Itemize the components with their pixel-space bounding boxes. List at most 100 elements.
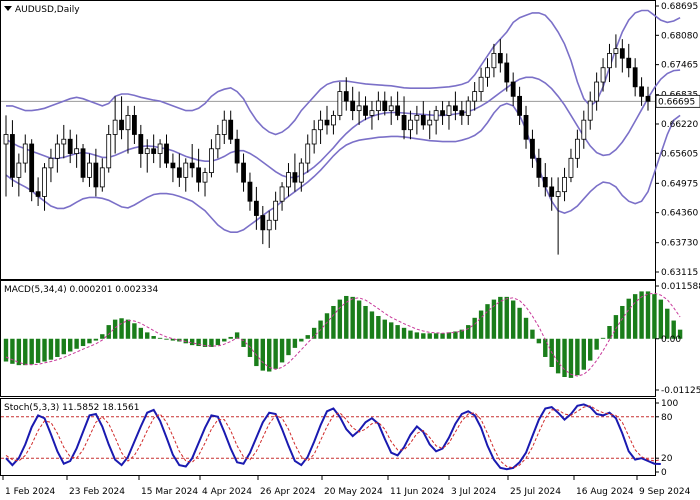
macd-histogram-bar: [80, 338, 86, 347]
candle-body: [645, 95, 651, 102]
macd-histogram-bar: [305, 335, 310, 339]
candle-body: [510, 81, 516, 97]
candle-body: [549, 186, 555, 197]
macd-histogram-bar: [433, 333, 439, 339]
candle-body: [144, 148, 150, 154]
macd-histogram-bar: [74, 338, 79, 349]
candle-body: [420, 115, 426, 126]
candle-body: [292, 172, 298, 183]
macd-histogram-bar: [363, 305, 368, 339]
macd-histogram-bar: [555, 338, 561, 374]
0-y-tick-label: 0.64975: [661, 179, 698, 189]
macd-histogram-bar: [575, 338, 580, 376]
candle-body: [183, 162, 189, 178]
macd-histogram-bar: [42, 338, 47, 362]
macd-histogram-bar: [581, 338, 586, 370]
macd-histogram-bar: [588, 338, 593, 361]
macd-histogram-bar: [222, 338, 227, 342]
macd-histogram-bar: [138, 327, 144, 339]
macd-histogram-bar: [504, 296, 509, 339]
macd-histogram-bar: [267, 338, 272, 372]
macd-histogram-bar: [510, 300, 516, 339]
macd-histogram-bar: [16, 338, 22, 366]
macd-histogram-bar: [157, 337, 163, 339]
candle-body: [574, 138, 580, 159]
candle-body: [452, 105, 458, 112]
macd-histogram-bar: [620, 305, 625, 339]
macd-histogram-bar: [536, 338, 542, 344]
candle-body: [395, 105, 401, 116]
macd-histogram-bar: [427, 333, 432, 339]
0-y-tick-label: 0.64360: [661, 209, 698, 219]
candle-body: [369, 110, 375, 116]
candle-body: [331, 115, 336, 126]
macd-histogram-bar: [100, 334, 105, 339]
candle-body: [337, 91, 343, 116]
candle-body: [581, 119, 587, 140]
candle-body: [613, 48, 619, 54]
candle-body: [151, 148, 157, 154]
macd-histogram-bar: [421, 333, 426, 339]
candle-body: [343, 91, 349, 102]
macd-histogram-bar: [61, 338, 66, 355]
candle-body: [22, 143, 28, 164]
candle-body: [273, 200, 279, 221]
macd-histogram-bar: [517, 307, 522, 339]
candle-body: [375, 100, 381, 112]
macd-histogram-bar: [543, 338, 548, 357]
candle-body: [408, 119, 413, 131]
macd-histogram-bar: [523, 317, 529, 339]
macd-histogram-bar: [652, 294, 657, 339]
0-y-tick-label: 0.68695: [661, 2, 698, 12]
macd-histogram-bar: [93, 338, 99, 341]
candle-body: [234, 138, 240, 164]
chart[interactable]: 0.686950.680800.674650.668350.662200.656…: [0, 0, 700, 500]
candle-body: [215, 134, 221, 150]
macd-histogram-bar: [324, 313, 330, 339]
candle-body: [176, 167, 182, 178]
macd-histogram-bar: [106, 325, 111, 339]
0-y-tick-label: 0.63115: [661, 268, 698, 278]
x-tick-label: 15 Mar 2024: [141, 487, 198, 497]
macd-histogram-bar: [132, 323, 137, 339]
x-tick-label: 9 Sep 2024: [639, 487, 691, 497]
macd-histogram-bar: [568, 338, 574, 378]
1-y-tick-label: 0.00: [661, 335, 681, 345]
candle-body: [80, 148, 86, 178]
macd-histogram-bar: [350, 296, 355, 339]
0-y-tick-label: 0.68080: [661, 31, 698, 41]
candle-body: [536, 157, 542, 178]
macd-histogram-bar: [498, 296, 503, 339]
candle-body: [74, 148, 80, 154]
candle-body: [157, 143, 163, 154]
macd-histogram-bar: [472, 317, 477, 339]
candle-body: [125, 115, 131, 131]
candle-body: [446, 105, 452, 116]
candle-body: [164, 143, 169, 164]
macd-histogram-bar: [594, 338, 599, 350]
macd-histogram-bar: [279, 338, 285, 363]
candle-body: [491, 53, 497, 69]
2-y-tick-label: 100: [661, 399, 678, 409]
candle-body: [594, 81, 600, 102]
2-y-tick-label: 20: [661, 454, 673, 464]
x-tick-label: 20 May 2024: [324, 487, 383, 497]
macd-histogram-bar: [401, 327, 407, 339]
candle-body: [427, 119, 433, 126]
candle-body: [478, 76, 484, 92]
candle-body: [497, 53, 503, 64]
candle-body: [472, 91, 478, 102]
macd-histogram-bar: [639, 291, 644, 339]
0-y-tick-label: 0.65605: [661, 149, 698, 159]
macd-histogram-bar: [273, 338, 278, 369]
macd-histogram-bar: [440, 333, 445, 339]
candle-body: [87, 162, 92, 178]
candle-body: [67, 138, 73, 154]
macd-histogram-bar: [151, 336, 156, 339]
x-tick-label: 4 Apr 2024: [202, 487, 252, 497]
candle-body: [138, 134, 144, 154]
candle-body: [266, 219, 272, 231]
1-y-tick-label: -0.011255: [661, 386, 700, 396]
macd-histogram-bar: [408, 330, 413, 339]
candle-body: [587, 100, 593, 121]
